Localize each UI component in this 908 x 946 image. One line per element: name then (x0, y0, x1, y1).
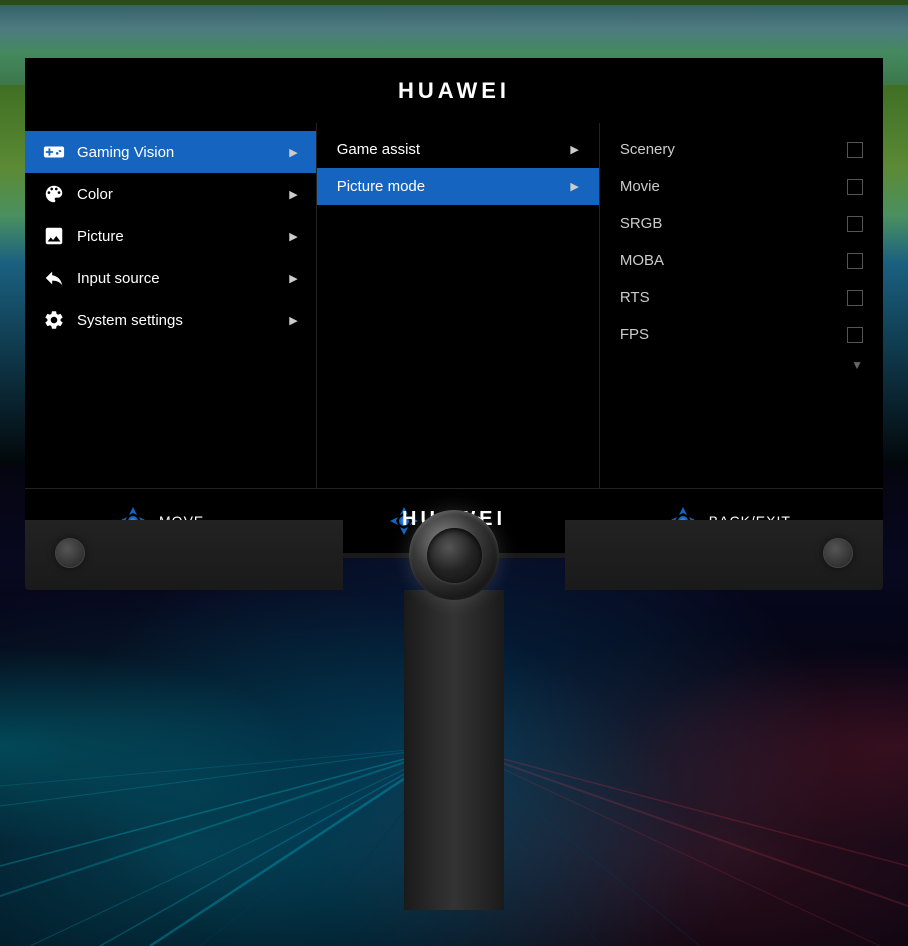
srgb-checkbox (847, 216, 863, 232)
palette-icon (43, 183, 65, 205)
movie-label: Movie (620, 178, 660, 195)
option-item-fps[interactable]: FPS (600, 316, 883, 353)
scenery-label: Scenery (620, 141, 675, 158)
input-source-label: Input source (77, 270, 277, 287)
scroll-indicator: ▼ (600, 353, 883, 377)
option-item-scenery[interactable]: Scenery (600, 131, 883, 168)
rts-label: RTS (620, 289, 650, 306)
fps-checkbox (847, 327, 863, 343)
picture-icon (43, 225, 65, 247)
gaming-vision-arrow: ▶ (289, 146, 297, 159)
joystick-outer-ring[interactable] (409, 510, 499, 600)
joystick-control[interactable] (409, 510, 499, 600)
sub-menu-column: Game assist ▶ Picture mode ▶ (317, 123, 600, 488)
side-button-right[interactable] (823, 538, 853, 568)
color-arrow: ▶ (289, 188, 297, 201)
submenu-item-picture-mode[interactable]: Picture mode ▶ (317, 168, 599, 205)
options-column: Scenery Movie SRGB MOBA RTS FPS (600, 123, 883, 488)
picture-mode-arrow: ▶ (570, 180, 578, 193)
monitor-stand-neck (404, 590, 504, 910)
moba-label: MOBA (620, 252, 664, 269)
input-source-arrow: ▶ (289, 272, 297, 285)
sidebar-item-picture[interactable]: Picture ▶ (25, 215, 316, 257)
picture-arrow: ▶ (289, 230, 297, 243)
input-icon (43, 267, 65, 289)
game-assist-label: Game assist (337, 141, 420, 158)
scenery-checkbox (847, 142, 863, 158)
sidebar-item-gaming-vision[interactable]: Gaming Vision ▶ (25, 131, 316, 173)
gear-icon (43, 309, 65, 331)
color-label: Color (77, 186, 277, 203)
submenu-item-game-assist[interactable]: Game assist ▶ (317, 131, 599, 168)
moba-checkbox (847, 253, 863, 269)
scroll-down-icon: ▼ (851, 358, 863, 372)
movie-checkbox (847, 179, 863, 195)
srgb-label: SRGB (620, 215, 663, 232)
side-button-left[interactable] (55, 538, 85, 568)
picture-label: Picture (77, 228, 277, 245)
option-item-moba[interactable]: MOBA (600, 242, 883, 279)
osd-menu: Gaming Vision ▶ Color ▶ (25, 123, 883, 488)
game-assist-arrow: ▶ (570, 143, 578, 156)
monitor-screen: HUAWEI Gaming Vision ▶ (25, 58, 883, 488)
gamepad-icon (43, 141, 65, 163)
brand-top-label: HUAWEI (398, 78, 510, 104)
brand-header: HUAWEI (25, 58, 883, 123)
option-item-movie[interactable]: Movie (600, 168, 883, 205)
joystick-inner-knob[interactable] (427, 528, 482, 583)
sidebar-item-system-settings[interactable]: System settings ▶ (25, 299, 316, 341)
system-settings-arrow: ▶ (289, 314, 297, 327)
sidebar-item-input-source[interactable]: Input source ▶ (25, 257, 316, 299)
sidebar-item-color[interactable]: Color ▶ (25, 173, 316, 215)
main-menu-column: Gaming Vision ▶ Color ▶ (25, 123, 317, 488)
rts-checkbox (847, 290, 863, 306)
gaming-vision-label: Gaming Vision (77, 144, 277, 161)
picture-mode-label: Picture mode (337, 178, 425, 195)
fps-label: FPS (620, 326, 649, 343)
option-item-srgb[interactable]: SRGB (600, 205, 883, 242)
option-item-rts[interactable]: RTS (600, 279, 883, 316)
system-settings-label: System settings (77, 312, 277, 329)
